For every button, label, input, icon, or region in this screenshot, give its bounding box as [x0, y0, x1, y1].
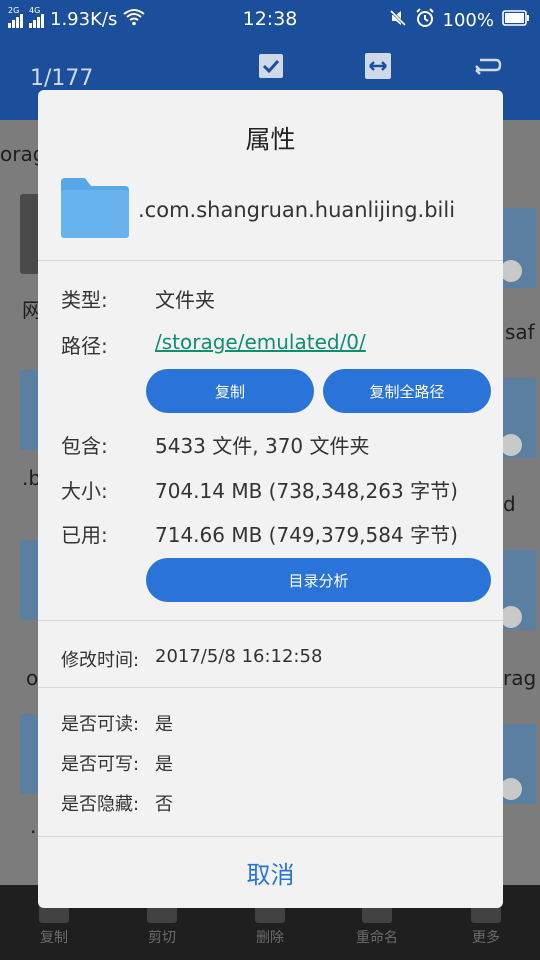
contains-label: 包含: — [61, 434, 108, 458]
bg-file-label: . — [30, 814, 37, 838]
divider — [38, 620, 503, 621]
used-label: 已用: — [61, 523, 108, 547]
modified-time-value: 2017/5/8 16:12:58 — [155, 646, 323, 667]
bottom-rename-label: 重命名 — [356, 930, 398, 946]
readable-label: 是否可读: — [61, 714, 140, 735]
bottom-cut-label: 剪切 — [148, 930, 176, 946]
copy-full-path-button[interactable]: 复制全路径 — [323, 369, 491, 413]
folder-icon — [61, 178, 129, 238]
back-icon[interactable] — [472, 52, 502, 80]
directory-analysis-button[interactable]: 目录分析 — [146, 558, 491, 602]
selection-count: 1/177 — [30, 66, 94, 91]
bg-file-label: rag — [503, 666, 537, 690]
bottom-copy-label: 复制 — [40, 930, 68, 946]
copy-button[interactable]: 复制 — [146, 369, 314, 413]
contains-value: 5433 文件, 370 文件夹 — [155, 434, 370, 458]
readable-value: 是 — [155, 714, 173, 735]
properties-dialog: 属性 .com.shangruan.huanlijing.bili 类型: 文件… — [38, 90, 503, 908]
checkbox-icon[interactable] — [257, 52, 285, 80]
folder-name: .com.shangruan.huanlijing.bili — [138, 198, 456, 222]
alarm-icon — [415, 8, 435, 33]
bg-file-badge — [500, 606, 522, 628]
path-label: 路径: — [61, 334, 108, 358]
bg-file-label: o — [26, 666, 39, 690]
swap-icon[interactable] — [364, 52, 392, 80]
writable-label: 是否可写: — [61, 754, 140, 775]
bg-file-badge — [500, 434, 522, 456]
battery-icon — [502, 10, 530, 31]
used-value: 714.66 MB (749,379,584 字节) — [155, 523, 458, 547]
battery-percent: 100% — [442, 10, 494, 31]
status-bar: 2G 4G 1.93K/s 12:38 100% — [0, 0, 540, 38]
type-label: 类型: — [61, 288, 108, 312]
modified-time-label: 修改时间: — [61, 650, 140, 671]
bg-file-badge — [500, 260, 522, 282]
divider — [38, 687, 503, 688]
writable-value: 是 — [155, 754, 173, 775]
type-value: 文件夹 — [155, 288, 215, 312]
path-link[interactable]: /storage/emulated/0/ — [155, 330, 366, 354]
hidden-label: 是否隐藏: — [61, 794, 140, 815]
bg-file-label: d — [503, 492, 516, 516]
size-value: 704.14 MB (738,348,263 字节) — [155, 479, 458, 503]
bg-file-label: saf — [505, 320, 535, 344]
bg-file-badge — [500, 778, 522, 800]
status-right: 100% — [389, 8, 530, 33]
dialog-title: 属性 — [245, 125, 296, 154]
mute-icon — [389, 9, 407, 32]
size-label: 大小: — [61, 479, 108, 503]
bottom-delete-label: 删除 — [256, 930, 284, 946]
bottom-more-label: 更多 — [472, 930, 500, 946]
cancel-button[interactable]: 取消 — [38, 837, 503, 908]
hidden-value: 否 — [155, 794, 173, 815]
divider — [38, 260, 503, 261]
